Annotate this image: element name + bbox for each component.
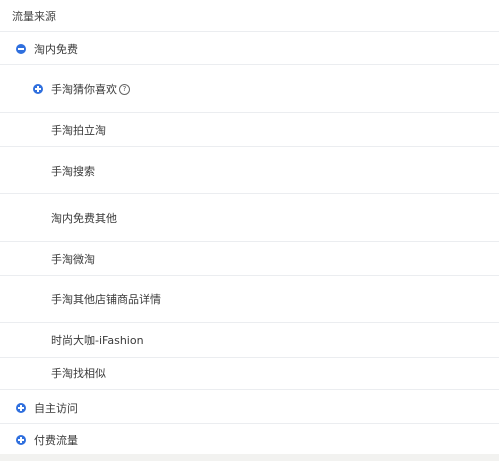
page-title: 流量来源 bbox=[12, 10, 56, 23]
item-label: 手淘拍立淘 bbox=[51, 124, 106, 137]
list-item: 手淘其他店铺商品详情 bbox=[0, 289, 499, 309]
item-label: 淘内免费其他 bbox=[51, 212, 117, 225]
question-circle-icon[interactable]: ? bbox=[119, 83, 130, 95]
list-item: 时尚大咖-iFashion bbox=[0, 330, 499, 350]
item-label: 手淘搜索 bbox=[51, 165, 95, 178]
group-row-paid-traffic[interactable]: 付费流量 bbox=[0, 430, 499, 450]
minus-circle-icon[interactable] bbox=[16, 44, 26, 54]
group-row-taonei-free[interactable]: 淘内免费 bbox=[0, 39, 499, 59]
list-item: 手淘搜索 bbox=[0, 161, 499, 181]
group-label: 淘内免费 bbox=[34, 43, 78, 56]
list-item: 手淘微淘 bbox=[0, 249, 499, 269]
list-item: 淘内免费其他 bbox=[0, 208, 499, 228]
plus-circle-icon[interactable] bbox=[33, 84, 43, 94]
group-label: 自主访问 bbox=[34, 402, 78, 415]
subgroup-row-guess-you-like[interactable]: 手淘猜你喜欢 ? bbox=[0, 79, 499, 99]
item-label: 时尚大咖-iFashion bbox=[51, 334, 144, 347]
plus-circle-icon[interactable] bbox=[16, 403, 26, 413]
item-label: 手淘找相似 bbox=[51, 367, 106, 380]
group-label: 付费流量 bbox=[34, 434, 78, 447]
footer-band bbox=[0, 454, 499, 461]
list-item: 手淘找相似 bbox=[0, 363, 499, 383]
group-row-self-visit[interactable]: 自主访问 bbox=[0, 398, 499, 418]
list-item: 手淘拍立淘 bbox=[0, 120, 499, 140]
plus-circle-icon[interactable] bbox=[16, 435, 26, 445]
subgroup-label: 手淘猜你喜欢 bbox=[51, 83, 117, 96]
item-label: 手淘微淘 bbox=[51, 253, 95, 266]
item-label: 手淘其他店铺商品详情 bbox=[51, 293, 161, 306]
divider bbox=[0, 31, 499, 32]
